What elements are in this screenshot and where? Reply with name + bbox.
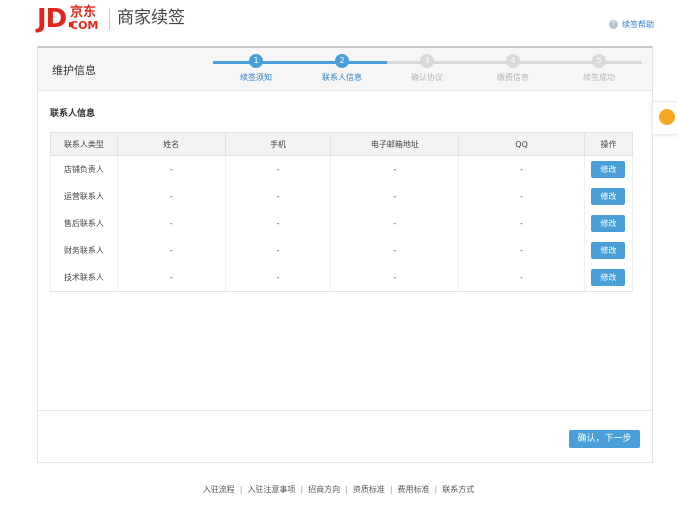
header: JD. 京东 COM 商家续签 ? 续签帮助 — [0, 0, 677, 38]
cell-name: - — [116, 210, 226, 237]
step-label: 联系人信息 — [322, 73, 362, 82]
step-number: 4 — [506, 54, 520, 68]
edit-button[interactable]: 修改 — [591, 269, 626, 286]
cell-type: 运营联系人 — [50, 183, 118, 210]
edit-button[interactable]: 修改 — [591, 188, 626, 205]
step-1: 1 续签须知 — [226, 54, 286, 83]
cell-phone: - — [224, 264, 332, 292]
section-title: 联系人信息 — [50, 109, 96, 119]
edit-button[interactable]: 修改 — [591, 242, 626, 259]
panel-header: 维护信息 1 续签须知 2 联系人信息 3 确认协议 4 缴费信息 5 续签成功 — [38, 48, 652, 91]
cell-action: 修改 — [583, 210, 634, 237]
table-row: 运营联系人 - - - - 修改 — [50, 183, 634, 210]
step-2: 2 联系人信息 — [312, 54, 372, 83]
help-link[interactable]: ? 续签帮助 — [609, 19, 654, 30]
edit-button[interactable]: 修改 — [591, 161, 626, 178]
cell-action: 修改 — [583, 264, 634, 292]
col-header-name: 姓名 — [116, 132, 226, 156]
cell-phone: - — [224, 210, 332, 237]
col-header-type: 联系人类型 — [50, 132, 118, 156]
footer-separator: | — [345, 485, 348, 494]
main-panel: 维护信息 1 续签须知 2 联系人信息 3 确认协议 4 缴费信息 5 续签成功… — [37, 46, 653, 463]
step-label: 缴费信息 — [497, 73, 529, 82]
cell-qq: - — [458, 155, 585, 183]
cell-type: 财务联系人 — [50, 237, 118, 264]
cell-name: - — [116, 155, 226, 183]
col-header-action: 操作 — [583, 132, 634, 156]
step-number: 2 — [335, 54, 349, 68]
cell-name: - — [116, 183, 226, 210]
footer-separator: | — [239, 485, 243, 494]
footer-link-qualification[interactable]: 资质标准 — [353, 485, 385, 494]
jd-logo-chinese: 京东 — [70, 5, 97, 20]
cell-phone: - — [224, 155, 332, 183]
panel-footer: 确认，下一步 — [38, 410, 652, 464]
confirm-next-button[interactable]: 确认，下一步 — [569, 430, 640, 448]
contacts-table: 联系人类型 姓名 手机 电子邮箱地址 QQ 操作 店铺负责人 - - - - 修… — [50, 132, 634, 292]
table-row: 财务联系人 - - - - 修改 — [50, 237, 634, 264]
cell-phone: - — [224, 183, 332, 210]
step-3: 3 确认协议 — [397, 54, 457, 83]
cell-qq: - — [458, 237, 585, 264]
step-label: 确认协议 — [411, 73, 443, 82]
footer-separator: | — [300, 485, 304, 494]
step-label: 续签须知 — [240, 73, 272, 82]
footer-link-fees[interactable]: 费用标准 — [398, 485, 430, 494]
cell-email: - — [330, 237, 460, 264]
cell-email: - — [330, 210, 460, 237]
cell-name: - — [116, 237, 226, 264]
footer-link-direction[interactable]: 招商方向 — [308, 485, 340, 494]
col-header-qq: QQ — [458, 132, 585, 156]
table-header-row: 联系人类型 姓名 手机 电子邮箱地址 QQ 操作 — [50, 132, 634, 156]
cell-email: - — [330, 264, 460, 292]
step-5: 5 续签成功 — [569, 54, 629, 83]
table-row: 店铺负责人 - - - - 修改 — [50, 155, 634, 183]
step-4: 4 缴费信息 — [483, 54, 543, 83]
edit-button[interactable]: 修改 — [591, 215, 626, 232]
footer-separator: | — [434, 485, 438, 494]
help-label[interactable]: 续签帮助 — [622, 19, 654, 30]
panel-title: 维护信息 — [52, 64, 96, 77]
step-number: 5 — [592, 54, 606, 68]
table-row: 技术联系人 - - - - 修改 — [50, 264, 634, 292]
question-icon: ? — [609, 20, 618, 29]
cell-qq: - — [458, 210, 585, 237]
jd-logo-com: COM — [70, 19, 99, 32]
footer-link-notes[interactable]: 入驻注意事项 — [247, 485, 295, 494]
col-header-email: 电子邮箱地址 — [330, 132, 460, 156]
footer-link-process[interactable]: 入驻流程 — [203, 485, 235, 494]
cell-type: 技术联系人 — [50, 264, 118, 292]
cell-phone: - — [224, 237, 332, 264]
table-row: 售后联系人 - - - - 修改 — [50, 210, 634, 237]
col-header-phone: 手机 — [224, 132, 332, 156]
cell-email: - — [330, 183, 460, 210]
footer-links: 入驻流程 | 入驻注意事项 | 招商方向 | 资质标准 | 费用标准 | 联系方式 — [0, 484, 677, 495]
cell-name: - — [116, 264, 226, 292]
step-number: 1 — [249, 54, 263, 68]
cell-email: - — [330, 155, 460, 183]
step-number: 3 — [420, 54, 434, 68]
cell-qq: - — [458, 183, 585, 210]
floating-side-widget[interactable] — [652, 101, 677, 135]
cell-qq: - — [458, 264, 585, 292]
footer-link-contact[interactable]: 联系方式 — [442, 485, 474, 494]
logo-divider — [109, 8, 110, 30]
cell-type: 售后联系人 — [50, 210, 118, 237]
page-title: 商家续签 — [117, 8, 185, 28]
cell-action: 修改 — [583, 155, 634, 183]
cell-action: 修改 — [583, 183, 634, 210]
footer-separator: | — [389, 485, 393, 494]
cell-action: 修改 — [583, 237, 634, 264]
step-label: 续签成功 — [583, 73, 615, 82]
chat-icon — [659, 109, 675, 125]
cell-type: 店铺负责人 — [50, 155, 118, 183]
